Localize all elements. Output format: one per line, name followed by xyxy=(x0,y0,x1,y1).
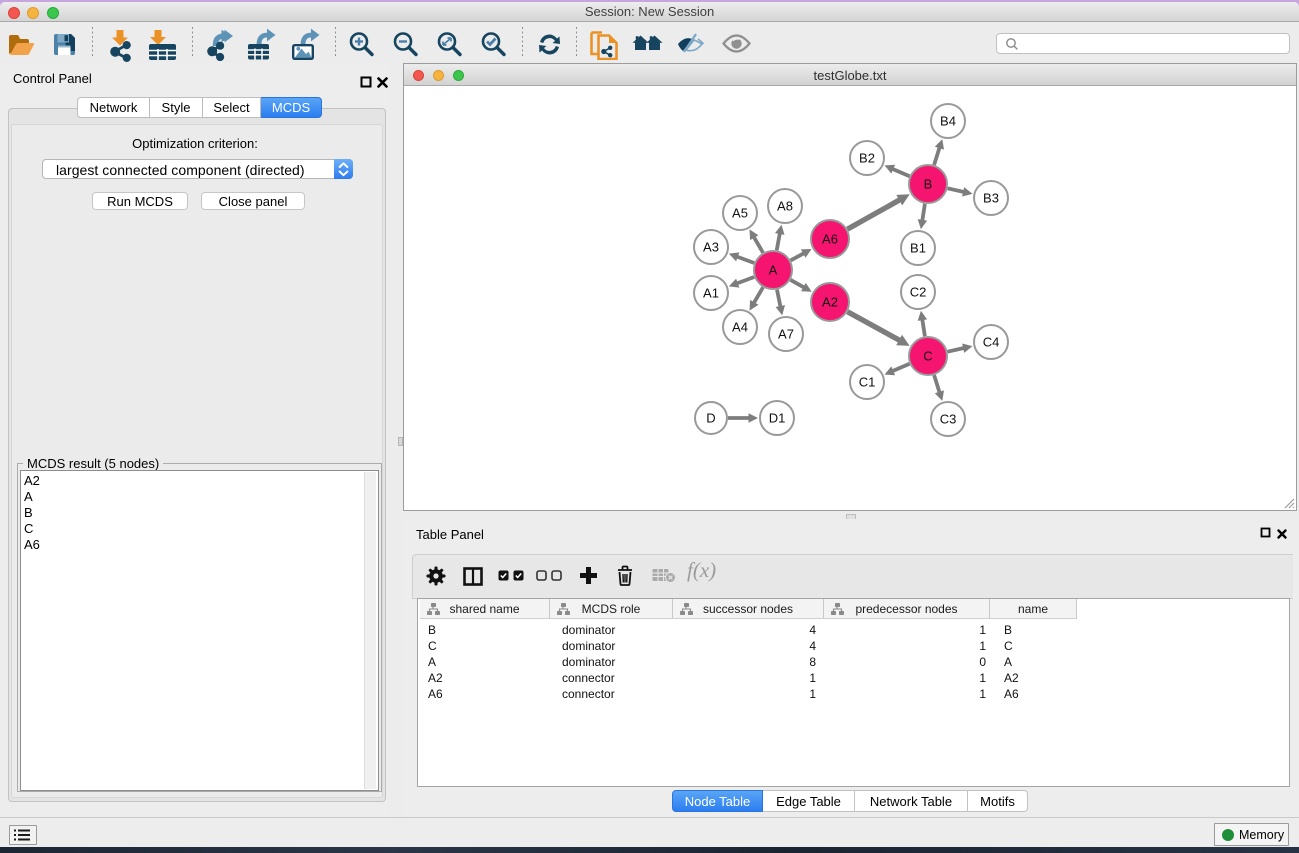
svg-text:A2: A2 xyxy=(822,294,838,309)
svg-text:A7: A7 xyxy=(778,326,794,341)
svg-text:A4: A4 xyxy=(732,319,748,334)
svg-text:A6: A6 xyxy=(822,231,838,246)
svg-text:C1: C1 xyxy=(858,374,875,389)
svg-text:A8: A8 xyxy=(777,198,793,213)
svg-text:B2: B2 xyxy=(859,150,875,165)
svg-text:C: C xyxy=(923,348,932,363)
svg-text:D: D xyxy=(706,410,715,425)
svg-text:B4: B4 xyxy=(940,113,956,128)
svg-text:B3: B3 xyxy=(983,190,999,205)
svg-text:A3: A3 xyxy=(703,239,719,254)
svg-text:D1: D1 xyxy=(768,410,785,425)
svg-text:A5: A5 xyxy=(732,205,748,220)
svg-text:C2: C2 xyxy=(909,284,926,299)
svg-text:A: A xyxy=(768,262,777,277)
svg-text:C4: C4 xyxy=(982,334,999,349)
svg-text:C3: C3 xyxy=(939,411,956,426)
svg-text:B1: B1 xyxy=(910,240,926,255)
svg-text:B: B xyxy=(923,176,932,191)
svg-text:A1: A1 xyxy=(703,285,719,300)
